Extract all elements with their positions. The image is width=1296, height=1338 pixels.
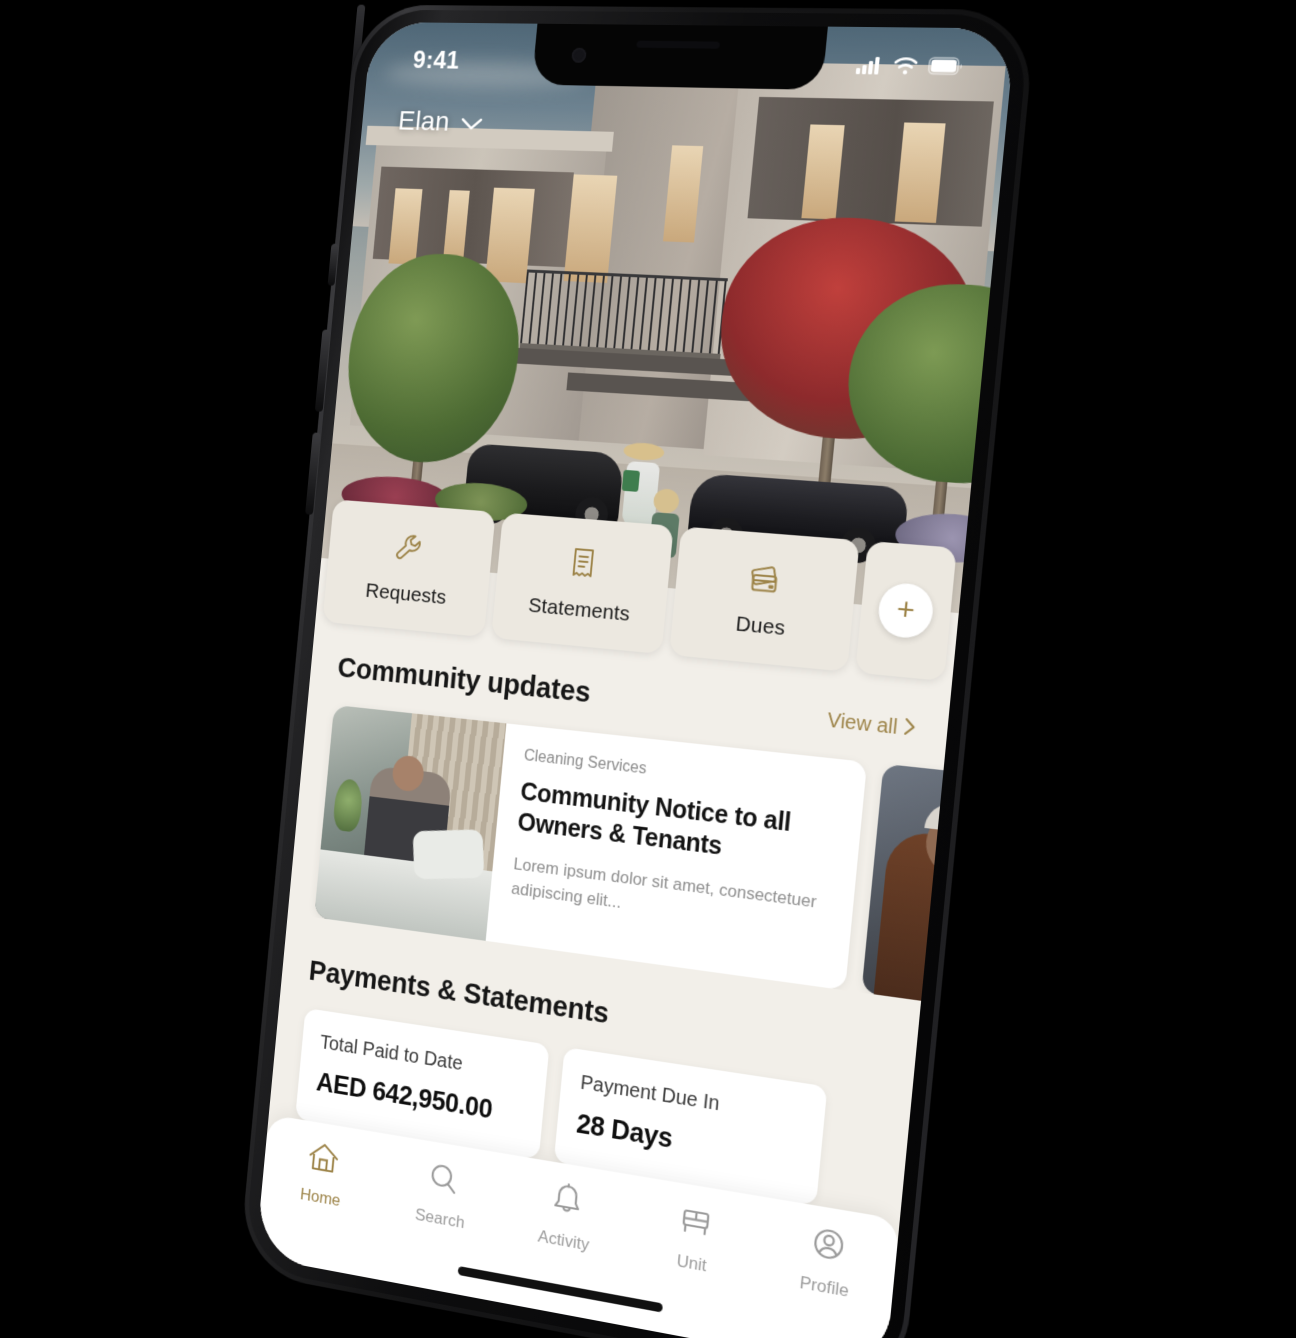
signal-bars-icon [855, 55, 884, 79]
tab-label: Search [414, 1204, 466, 1233]
screenshot-stage: 9:41 Elan Requests Statements Dues + Com… [0, 0, 1296, 1338]
bell-icon [547, 1179, 587, 1226]
tree-red-blossom [711, 213, 987, 447]
quick-action-requests[interactable]: Requests [322, 499, 496, 638]
tab-unit[interactable]: Unit [626, 1193, 763, 1285]
home-icon [305, 1138, 342, 1183]
battery-icon [927, 56, 965, 80]
person-circle-icon [807, 1223, 850, 1272]
quick-action-dues[interactable]: Dues [668, 526, 860, 672]
plus-icon[interactable]: + [876, 581, 936, 640]
view-all-label: View all [826, 709, 899, 740]
notch [531, 23, 828, 90]
news-card-description: Lorem ipsum dolor sit amet, consectetuer… [510, 854, 818, 912]
bed-icon [675, 1201, 716, 1249]
add-action-tile[interactable]: + [855, 540, 957, 682]
quick-action-statements[interactable]: Statements [491, 512, 674, 655]
tab-label: Home [299, 1184, 342, 1210]
payment-card-due-in[interactable]: Payment Due In 28 Days [553, 1047, 828, 1206]
credit-cards-icon [743, 557, 787, 606]
quick-action-label: Statements [527, 593, 631, 626]
balcony-railing [519, 269, 728, 361]
payment-card-value: 28 Days [575, 1108, 674, 1154]
view-all-link[interactable]: View all [826, 709, 917, 743]
earpiece-speaker [636, 40, 721, 49]
status-bar: 9:41 [366, 22, 1015, 93]
tab-label: Profile [798, 1272, 850, 1301]
tab-label: Unit [675, 1250, 708, 1276]
building-right [703, 62, 1006, 474]
quick-action-label: Requests [364, 578, 448, 609]
quick-action-label: Dues [734, 611, 787, 640]
person-child [648, 488, 682, 559]
community-selector[interactable]: Elan [397, 105, 484, 138]
wrench-icon [390, 528, 430, 575]
tab-activity[interactable]: Activity [500, 1172, 632, 1262]
status-bar-time: 9:41 [411, 46, 461, 74]
phone-screen: 9:41 Elan Requests Statements Dues + Com… [255, 22, 1016, 1338]
front-camera [571, 47, 587, 63]
community-name: Elan [396, 105, 452, 137]
wifi-icon [892, 56, 919, 80]
chevron-right-icon [902, 716, 917, 742]
search-icon [424, 1159, 463, 1205]
person-adult [616, 441, 665, 530]
tab-label: Activity [537, 1226, 590, 1255]
news-card-image [314, 704, 507, 941]
phone-mockup: 9:41 Elan Requests Statements Dues + Com… [238, 4, 1037, 1338]
chevron-down-icon [459, 107, 484, 139]
receipt-icon [562, 542, 604, 590]
tab-profile[interactable]: Profile [756, 1215, 898, 1309]
tab-home[interactable]: Home [261, 1131, 385, 1218]
tab-search[interactable]: Search [379, 1151, 507, 1239]
payment-card-label: Payment Due In [579, 1071, 721, 1116]
